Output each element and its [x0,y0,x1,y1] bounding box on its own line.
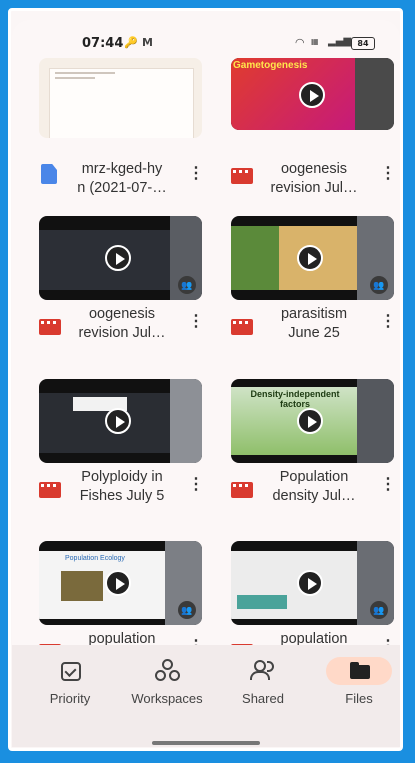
gmail-icon: M [142,36,153,49]
file-name[interactable]: Population density Jul… [257,468,371,506]
play-icon [105,408,131,434]
nav-shared[interactable]: Shared [218,657,308,706]
video-thumbnail[interactable]: Population Ecology 👥 [39,541,202,625]
file-name[interactable]: Polyploidy in Fishes July 5 [65,468,179,506]
nav-priority[interactable]: Priority [25,657,115,706]
key-icon: 🔑 [124,36,138,49]
files-grid: mrz-kged-hy n (2021-07-… ⋮ Gametogenesis… [12,20,400,747]
people-icon: 👥 [178,601,196,619]
battery-icon: 84 [351,37,375,50]
people-icon: 👥 [370,276,388,294]
nav-label: Files [345,691,373,706]
file-thumbnail[interactable] [39,58,202,138]
document-icon [41,164,57,184]
app-screen: mrz-kged-hy n (2021-07-… ⋮ Gametogenesis… [12,20,400,747]
play-icon [297,408,323,434]
more-options-icon[interactable]: ⋮ [380,164,396,184]
video-thumbnail[interactable]: 👥 [231,541,394,625]
video-file-icon [231,168,253,184]
play-icon [297,245,323,271]
workspaces-icon [134,657,200,685]
play-icon [299,82,325,108]
signal-icon: ▂▄▆ [328,36,352,47]
status-bar: 07:44 🔑 M ◠ ▦ ▂▄▆ 84 [12,20,400,62]
more-options-icon[interactable]: ⋮ [188,312,204,332]
bottom-navigation: Priority Workspaces Shared Files [12,645,400,747]
thumb-title: Density-independent factors [250,389,340,409]
video-thumbnail[interactable]: Density-independent factors [231,379,394,463]
more-options-icon[interactable]: ⋮ [188,475,204,495]
volte-icon: ▦ [311,37,319,46]
folder-icon [326,657,392,685]
play-icon [297,570,323,596]
file-name[interactable]: oogenesis revision Jul… [65,305,179,343]
file-name[interactable]: parasitism June 25 [257,305,371,343]
video-file-icon [231,482,253,498]
nav-files[interactable]: Files [314,657,400,706]
thumb-title: Population Ecology [65,555,125,562]
video-thumbnail[interactable]: 👥 [231,216,394,300]
video-thumbnail[interactable] [39,379,202,463]
priority-icon [37,657,103,685]
gesture-handle[interactable] [152,741,260,745]
people-icon: 👥 [178,276,196,294]
file-name[interactable]: mrz-kged-hy n (2021-07-… [65,160,179,198]
more-options-icon[interactable]: ⋮ [380,312,396,332]
video-file-icon [231,319,253,335]
clock: 07:44 [82,36,124,51]
more-options-icon[interactable]: ⋮ [380,475,396,495]
people-icon: 👥 [370,601,388,619]
video-file-icon [39,319,61,335]
wifi-icon: ◠ [295,36,305,49]
nav-label: Priority [49,691,91,706]
nav-label: Workspaces [131,691,203,706]
video-file-icon [39,482,61,498]
shared-icon [230,657,296,685]
nav-label: Shared [242,691,284,706]
more-options-icon[interactable]: ⋮ [188,164,204,184]
file-name[interactable]: oogenesis revision Jul… [257,160,371,198]
nav-workspaces[interactable]: Workspaces [122,657,212,706]
play-icon [105,245,131,271]
video-thumbnail[interactable]: 👥 [39,216,202,300]
video-thumbnail[interactable]: Gametogenesis [231,58,394,130]
play-icon [105,570,131,596]
